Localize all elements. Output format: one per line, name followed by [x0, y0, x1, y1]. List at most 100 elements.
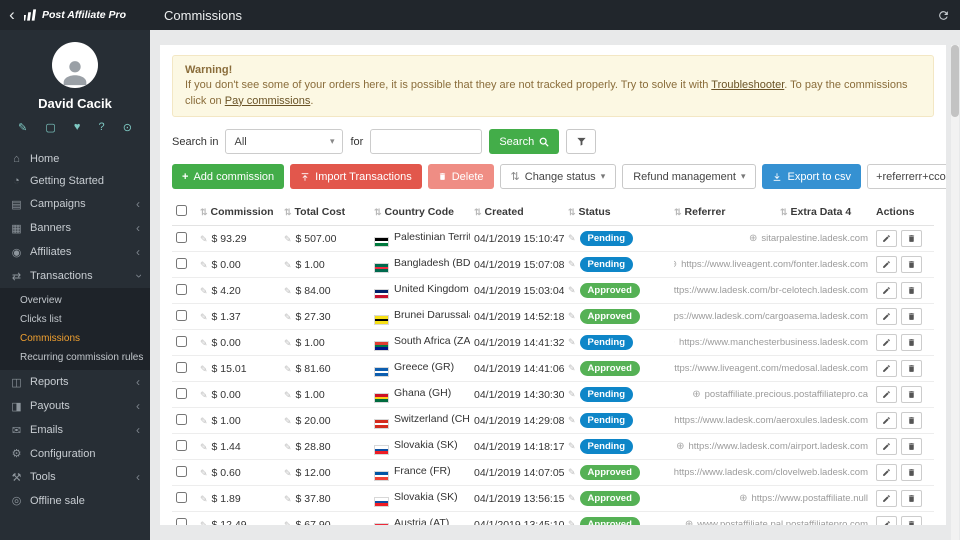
edit-inline-icon[interactable]: ✎ — [200, 234, 208, 244]
edit-inline-icon[interactable]: ✎ — [200, 338, 208, 348]
edit-row-button[interactable] — [876, 438, 897, 455]
sidebar-item-offline-sale[interactable]: ◎ Offline sale — [0, 489, 150, 512]
row-checkbox[interactable] — [176, 258, 187, 269]
sidebar-item-configuration[interactable]: ⚙ Configuration — [0, 442, 150, 465]
row-checkbox[interactable] — [176, 284, 187, 295]
row-checkbox[interactable] — [176, 232, 187, 243]
delete-row-button[interactable] — [901, 412, 922, 429]
scrollbar[interactable] — [951, 45, 959, 540]
avatar[interactable] — [52, 42, 98, 88]
edit-inline-icon[interactable]: ✎ — [284, 520, 292, 525]
edit-inline-icon[interactable]: ✎ — [568, 493, 576, 503]
row-checkbox[interactable] — [176, 310, 187, 321]
header-extra-data-4[interactable]: ⇅Extra Data 4 — [776, 199, 872, 226]
edit-inline-icon[interactable]: ✎ — [568, 415, 576, 425]
columns-preset-select[interactable]: +referrerr+ccode ▾ — [867, 164, 946, 189]
edit-inline-icon[interactable]: ✎ — [568, 389, 576, 399]
row-checkbox[interactable] — [176, 492, 187, 503]
sidebar-item-home[interactable]: ⌂ Home — [0, 148, 150, 170]
edit-inline-icon[interactable]: ✎ — [568, 233, 576, 243]
row-checkbox[interactable] — [176, 362, 187, 373]
row-checkbox[interactable] — [176, 518, 187, 525]
sidebar-item-emails[interactable]: ✉ Emails ‹ — [0, 418, 150, 442]
sidebar-item-tools[interactable]: ⚒ Tools ‹ — [0, 465, 150, 489]
scrollbar-thumb[interactable] — [951, 45, 959, 117]
edit-inline-icon[interactable]: ✎ — [284, 286, 292, 296]
edit-row-button[interactable] — [876, 334, 897, 351]
monitor-icon[interactable]: ▢ — [45, 121, 55, 134]
edit-inline-icon[interactable]: ✎ — [200, 286, 208, 296]
edit-row-button[interactable] — [876, 386, 897, 403]
edit-inline-icon[interactable]: ✎ — [284, 260, 292, 270]
delete-row-button[interactable] — [901, 360, 922, 377]
delete-row-button[interactable] — [901, 256, 922, 273]
export-csv-button[interactable]: Export to csv — [762, 164, 861, 189]
edit-row-button[interactable] — [876, 282, 897, 299]
delete-row-button[interactable] — [901, 386, 922, 403]
sidebar-subitem-clicks-list[interactable]: Clicks list — [0, 310, 150, 329]
edit-inline-icon[interactable]: ✎ — [284, 312, 292, 322]
edit-inline-icon[interactable]: ✎ — [200, 364, 208, 374]
edit-inline-icon[interactable]: ✎ — [284, 364, 292, 374]
search-button[interactable]: Search — [489, 129, 559, 154]
edit-inline-icon[interactable]: ✎ — [200, 442, 208, 452]
edit-inline-icon[interactable]: ✎ — [568, 441, 576, 451]
edit-inline-icon[interactable]: ✎ — [568, 259, 576, 269]
edit-inline-icon[interactable]: ✎ — [568, 519, 576, 525]
edit-inline-icon[interactable]: ✎ — [568, 337, 576, 347]
refund-management-button[interactable]: Refund management▾ — [622, 164, 756, 189]
edit-row-button[interactable] — [876, 516, 897, 525]
edit-inline-icon[interactable]: ✎ — [200, 390, 208, 400]
delete-row-button[interactable] — [901, 438, 922, 455]
sidebar-subitem-recurring-commission-rules[interactable]: Recurring commission rules — [0, 348, 150, 367]
header-total-cost[interactable]: ⇅Total Cost — [280, 199, 370, 226]
edit-row-button[interactable] — [876, 464, 897, 481]
power-icon[interactable]: ⊙ — [123, 121, 132, 134]
delete-row-button[interactable] — [901, 282, 922, 299]
edit-row-button[interactable] — [876, 490, 897, 507]
delete-row-button[interactable] — [901, 334, 922, 351]
edit-inline-icon[interactable]: ✎ — [568, 467, 576, 477]
edit-inline-icon[interactable]: ✎ — [568, 363, 576, 373]
add-commission-button[interactable]: +Add commission — [172, 164, 284, 189]
row-checkbox[interactable] — [176, 440, 187, 451]
edit-inline-icon[interactable]: ✎ — [200, 494, 208, 504]
row-checkbox[interactable] — [176, 466, 187, 477]
delete-row-button[interactable] — [901, 490, 922, 507]
header-referrer[interactable]: ⇅Referrer — [670, 199, 776, 226]
sidebar-item-banners[interactable]: ▦ Banners ‹ — [0, 216, 150, 240]
search-input[interactable] — [370, 129, 482, 154]
edit-row-button[interactable] — [876, 230, 897, 247]
edit-inline-icon[interactable]: ✎ — [284, 390, 292, 400]
edit-inline-icon[interactable]: ✎ — [568, 285, 576, 295]
edit-inline-icon[interactable]: ✎ — [200, 520, 208, 525]
header-created[interactable]: ⇅Created — [470, 199, 564, 226]
row-checkbox[interactable] — [176, 388, 187, 399]
edit-inline-icon[interactable]: ✎ — [200, 416, 208, 426]
edit-row-button[interactable] — [876, 308, 897, 325]
help-icon[interactable]: ? — [99, 121, 105, 134]
edit-inline-icon[interactable]: ✎ — [284, 338, 292, 348]
sidebar-subitem-commissions[interactable]: Commissions — [0, 329, 150, 348]
delete-row-button[interactable] — [901, 308, 922, 325]
header-commission[interactable]: ⇅Commission — [196, 199, 280, 226]
edit-inline-icon[interactable]: ✎ — [284, 416, 292, 426]
edit-inline-icon[interactable]: ✎ — [200, 468, 208, 478]
import-transactions-button[interactable]: Import Transactions — [290, 164, 422, 189]
sidebar-item-payouts[interactable]: ◨ Payouts ‹ — [0, 394, 150, 418]
delete-row-button[interactable] — [901, 464, 922, 481]
sidebar-item-affiliates[interactable]: ◉ Affiliates ‹ — [0, 240, 150, 264]
edit-row-button[interactable] — [876, 256, 897, 273]
edit-inline-icon[interactable]: ✎ — [284, 494, 292, 504]
sidebar-item-transactions[interactable]: ⇄ Transactions ‹ — [0, 264, 150, 288]
row-checkbox[interactable] — [176, 414, 187, 425]
edit-inline-icon[interactable]: ✎ — [284, 442, 292, 452]
edit-row-button[interactable] — [876, 412, 897, 429]
edit-inline-icon[interactable]: ✎ — [284, 468, 292, 478]
filter-button[interactable] — [566, 129, 596, 154]
sidebar-item-campaigns[interactable]: ▤ Campaigns ‹ — [0, 192, 150, 216]
pay-commissions-link[interactable]: Pay commissions — [225, 95, 311, 107]
collapse-sidebar-button[interactable]: ‹ — [0, 0, 24, 30]
delete-row-button[interactable] — [901, 230, 922, 247]
header-status[interactable]: ⇅Status — [564, 199, 670, 226]
